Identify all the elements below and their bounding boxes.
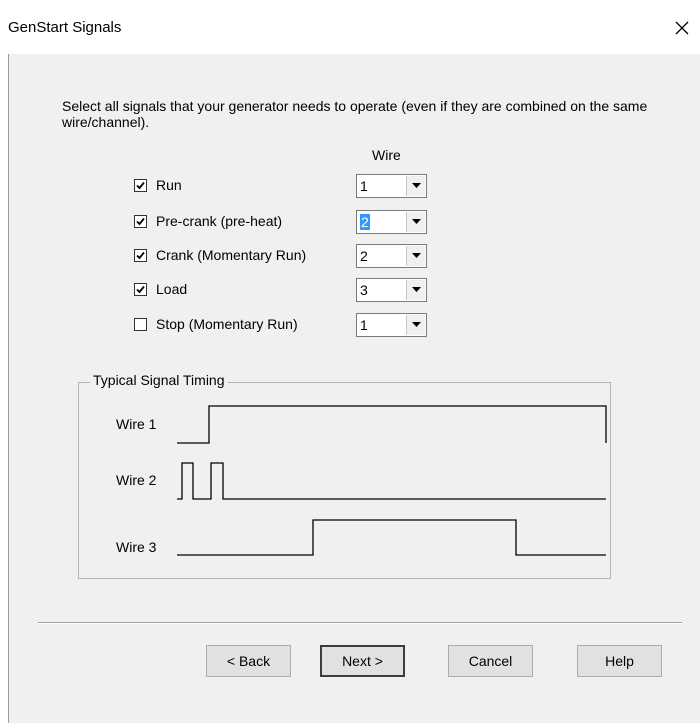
wire-2-waveform	[177, 462, 606, 500]
cancel-button[interactable]: Cancel	[448, 645, 533, 677]
dialog-window: GenStart Signals Select all signals that…	[0, 0, 700, 723]
wire-3-waveform	[177, 519, 606, 556]
back-button[interactable]: < Back	[206, 645, 291, 677]
wire-1-waveform	[177, 405, 607, 444]
timing-diagram	[177, 405, 607, 556]
next-button[interactable]: Next >	[320, 645, 405, 677]
divider-highlight	[38, 623, 682, 624]
help-button[interactable]: Help	[577, 645, 662, 677]
